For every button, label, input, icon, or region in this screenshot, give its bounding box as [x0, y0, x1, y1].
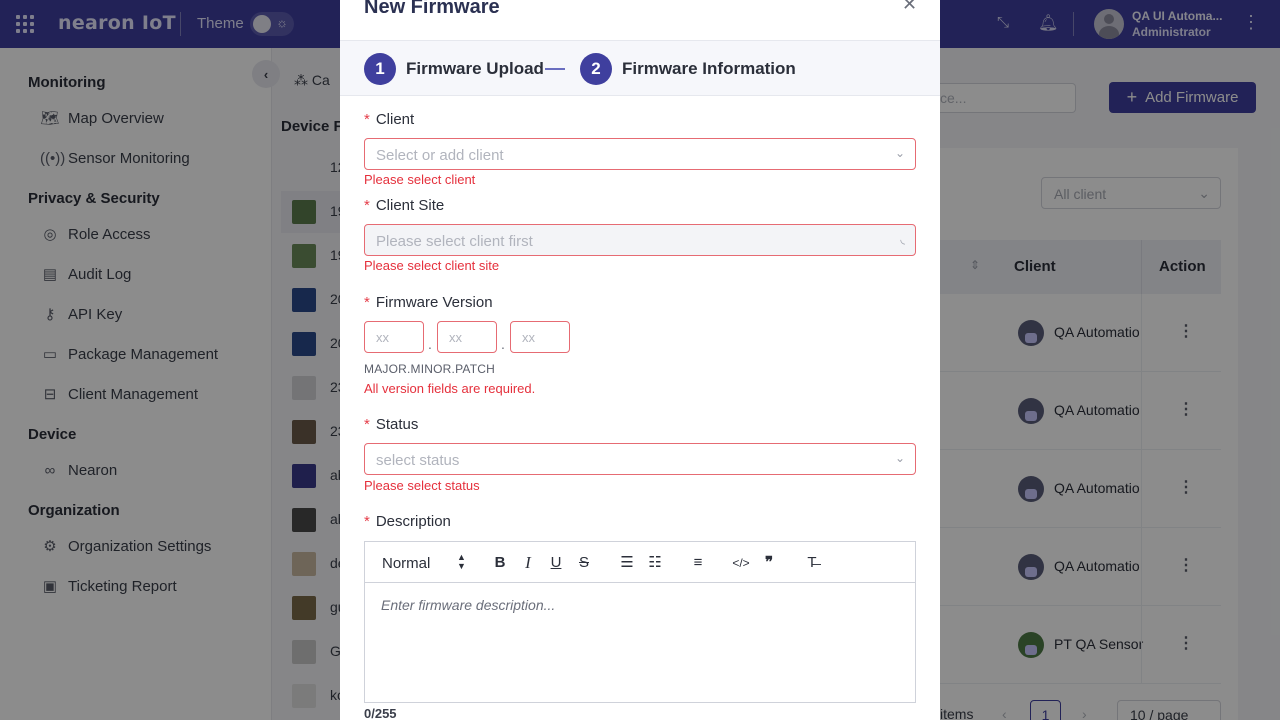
editor-toolbar: Normal ▲ ▼ B I U S ☰ ☷ ≡ </> ❞ T̶: [365, 542, 915, 583]
quote-icon[interactable]: ❞: [759, 553, 779, 573]
client-site-select[interactable]: Please select client first ◟: [364, 224, 916, 256]
step-connector: [545, 68, 565, 70]
firmware-version-label: * Firmware Version: [364, 294, 493, 311]
version-format-hint: MAJOR.MINOR.PATCH: [364, 362, 495, 376]
align-left-icon[interactable]: ≡: [688, 553, 708, 573]
client-site-error: Please select client site: [364, 258, 500, 273]
step-number: 2: [580, 53, 612, 85]
required-mark: *: [364, 513, 370, 530]
client-site-label: * Client Site: [364, 197, 445, 214]
character-counter: 0/255: [364, 706, 397, 720]
client-select[interactable]: Select or add client ⌄: [364, 138, 916, 170]
status-label: * Status: [364, 416, 419, 433]
description-label: * Description: [364, 513, 451, 530]
version-patch-input[interactable]: xx: [510, 321, 570, 353]
version-separator: .: [428, 336, 432, 352]
bold-button[interactable]: B: [490, 553, 510, 573]
version-minor-input[interactable]: xx: [437, 321, 497, 353]
status-error: Please select status: [364, 478, 480, 493]
version-major-input[interactable]: xx: [364, 321, 424, 353]
version-error: All version fields are required.: [364, 381, 536, 396]
chevron-down-icon: ⌄: [894, 146, 905, 160]
code-icon[interactable]: </>: [731, 553, 751, 573]
underline-button[interactable]: U: [546, 553, 566, 573]
strikethrough-button[interactable]: S: [574, 553, 594, 573]
modal-title: New Firmware: [364, 0, 500, 18]
italic-button[interactable]: I: [518, 553, 538, 573]
required-mark: *: [364, 111, 370, 128]
close-icon[interactable]: ✕: [902, 0, 917, 15]
client-error: Please select client: [364, 172, 476, 187]
stepper: 1 Firmware Upload 2 Firmware Information: [340, 40, 940, 96]
chevron-down-icon: ⌄: [894, 451, 905, 465]
status-select[interactable]: select status ⌄: [364, 443, 916, 475]
step-number: 1: [364, 53, 396, 85]
required-mark: *: [364, 197, 370, 214]
description-textarea[interactable]: Enter firmware description...: [381, 597, 555, 613]
text-format-select[interactable]: Normal ▲ ▼: [382, 553, 466, 573]
ordered-list-icon[interactable]: ☰: [617, 553, 637, 573]
clear-format-icon[interactable]: T̶: [802, 553, 822, 573]
step-label-upload: Firmware Upload: [406, 59, 544, 78]
step-label-information: Firmware Information: [622, 59, 796, 78]
required-mark: *: [364, 294, 370, 311]
description-editor: Normal ▲ ▼ B I U S ☰ ☷ ≡ </> ❞ T̶ Enter fi…: [364, 541, 916, 703]
required-mark: *: [364, 416, 370, 433]
version-separator: .: [501, 336, 505, 352]
client-label: * Client: [364, 111, 415, 128]
updown-icon: ▲ ▼: [457, 552, 466, 571]
loading-icon: ◟: [900, 232, 905, 246]
new-firmware-modal: New Firmware ✕ 1 Firmware Upload 2 Firmw…: [340, 0, 940, 720]
bullet-list-icon[interactable]: ☷: [645, 553, 665, 573]
